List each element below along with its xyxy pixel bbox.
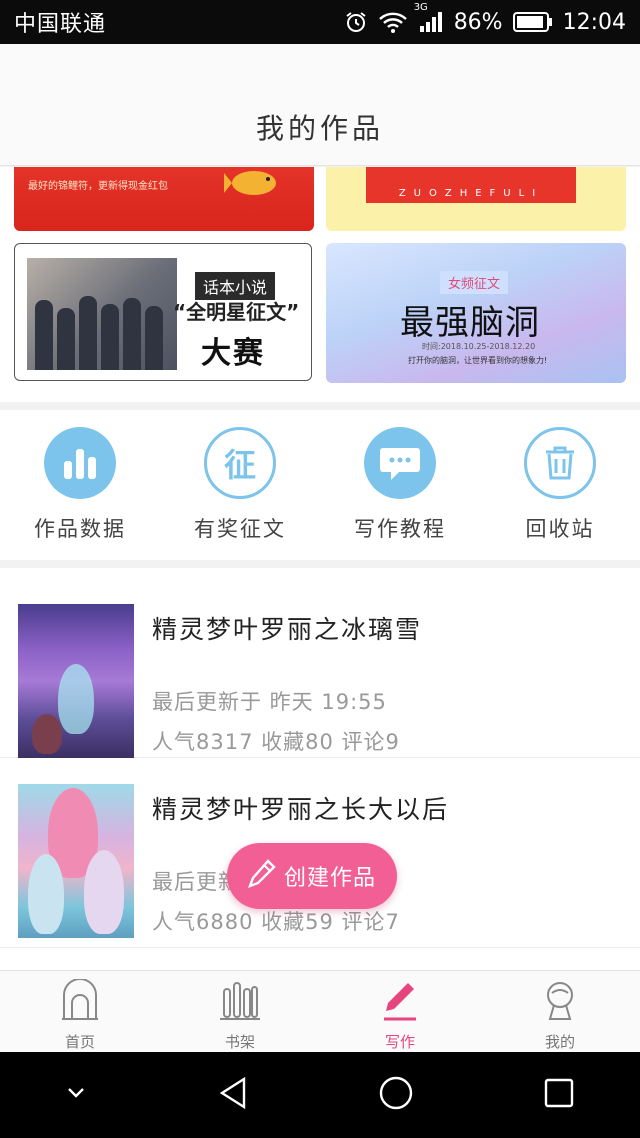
shortcut-label: 有奖征文 (194, 517, 286, 541)
contest-figures (35, 296, 163, 370)
tab-label: 写作 (384, 1033, 415, 1051)
brain-date: 时间:2018.10.25-2018.12.20 (422, 342, 536, 351)
status-indicators: 3G 86% 12:04 (344, 2, 626, 35)
shortcut-label: 回收站 (525, 517, 595, 541)
home-icon (60, 978, 100, 1025)
carrier-label: 中国联通 (14, 12, 107, 37)
tab-bar: 首页 书架 写作 我的 (0, 970, 640, 1052)
header: 我的作品 (0, 44, 640, 166)
pencil-icon (247, 859, 276, 893)
clock: 12:04 (562, 9, 626, 35)
trash-icon (524, 427, 596, 499)
brain-title: 最强脑洞 (400, 303, 540, 343)
system-nav-bar (0, 1052, 640, 1138)
shortcut-work-data[interactable]: 作品数据 (10, 427, 150, 543)
signal-icon: 3G (414, 2, 444, 34)
shortcut-contest[interactable]: 征 有奖征文 (170, 427, 310, 543)
network-type: 3G (413, 2, 428, 13)
banner-lucky-koi[interactable]: 最好的锦鲤符，更新得现金红包 (14, 167, 314, 231)
koi-fish-icon (224, 171, 276, 195)
tab-label: 我的 (544, 1033, 575, 1051)
chevron-down-icon[interactable] (61, 1083, 91, 1107)
banner-section: 最好的锦鲤符，更新得现金红包 ZUOZHEFULI 话本小说 “全明星征文” 大… (0, 167, 640, 402)
zheng-icon: 征 (204, 427, 276, 499)
tab-writing[interactable]: 写作 (320, 971, 480, 1052)
bar-chart-icon (44, 427, 116, 499)
contest-photo (27, 258, 177, 370)
status-bar: 中国联通 3G 86% 12:04 (0, 0, 640, 44)
home-circle-icon[interactable] (376, 1073, 416, 1117)
work-updated: 最后更新于 昨天 19:55 (152, 690, 387, 714)
battery-percent: 86% (453, 9, 503, 35)
tab-bookshelf[interactable]: 书架 (160, 971, 320, 1052)
banner-yellow-sub: ZUOZHEFULI (398, 188, 544, 199)
work-title: 精灵梦叶罗丽之冰璃雪 (152, 615, 423, 644)
banner-allstar-contest[interactable]: 话本小说 “全明星征文” 大赛 (14, 243, 312, 381)
work-stats: 人气8317 收藏80 评论9 (152, 730, 400, 754)
create-work-label: 创建作品 (283, 866, 376, 891)
work-stats: 人气6880 收藏59 评论7 (152, 910, 400, 934)
bookshelf-icon (220, 979, 260, 1025)
profile-icon (540, 979, 580, 1025)
contest-subtitle: 大赛 (201, 336, 265, 371)
book-cover (18, 604, 134, 758)
brain-subtitle: 打开你的脑洞，让世界看到你的想象力! (408, 356, 548, 365)
tab-profile[interactable]: 我的 (480, 971, 640, 1052)
wifi-icon (378, 10, 408, 34)
create-work-button[interactable]: 创建作品 (227, 843, 397, 909)
brain-tag: 女频征文 (440, 271, 509, 294)
contest-title: “全明星征文” (173, 300, 300, 324)
banner-brain-contest[interactable]: 女频征文 最强脑洞 时间:2018.10.25-2018.12.20 打开你的脑… (326, 243, 626, 383)
banner-yellow-strip: ZUOZHEFULI (366, 167, 576, 203)
recents-icon[interactable] (539, 1073, 579, 1117)
back-icon[interactable] (214, 1073, 254, 1117)
work-title: 精灵梦叶罗丽之长大以后 (152, 795, 450, 824)
shortcut-label: 作品数据 (34, 517, 126, 541)
tab-label: 首页 (64, 1033, 95, 1051)
book-cover (18, 784, 134, 938)
banner-red-text: 最好的锦鲤符，更新得现金红包 (28, 181, 168, 192)
shortcut-label: 写作教程 (354, 517, 446, 541)
battery-icon (512, 11, 553, 33)
page-title: 我的作品 (255, 112, 384, 145)
chat-bubble-icon (364, 427, 436, 499)
works-list: 精灵梦叶罗丽之冰璃雪 最后更新于 昨天 19:55 人气8317 收藏80 评论… (0, 568, 640, 970)
list-item[interactable]: 精灵梦叶罗丽之冰璃雪 最后更新于 昨天 19:55 人气8317 收藏80 评论… (0, 568, 640, 758)
alarm-icon (344, 10, 368, 34)
tab-home[interactable]: 首页 (0, 971, 160, 1052)
banner-author-benefits[interactable]: ZUOZHEFULI (326, 167, 626, 231)
shortcut-recycle-bin[interactable]: 回收站 (490, 427, 630, 543)
pen-icon (380, 979, 420, 1025)
shortcut-row: 作品数据 征 有奖征文 写作教程 回收站 (0, 410, 640, 560)
tab-label: 书架 (224, 1033, 255, 1051)
shortcut-tutorial[interactable]: 写作教程 (330, 427, 470, 543)
